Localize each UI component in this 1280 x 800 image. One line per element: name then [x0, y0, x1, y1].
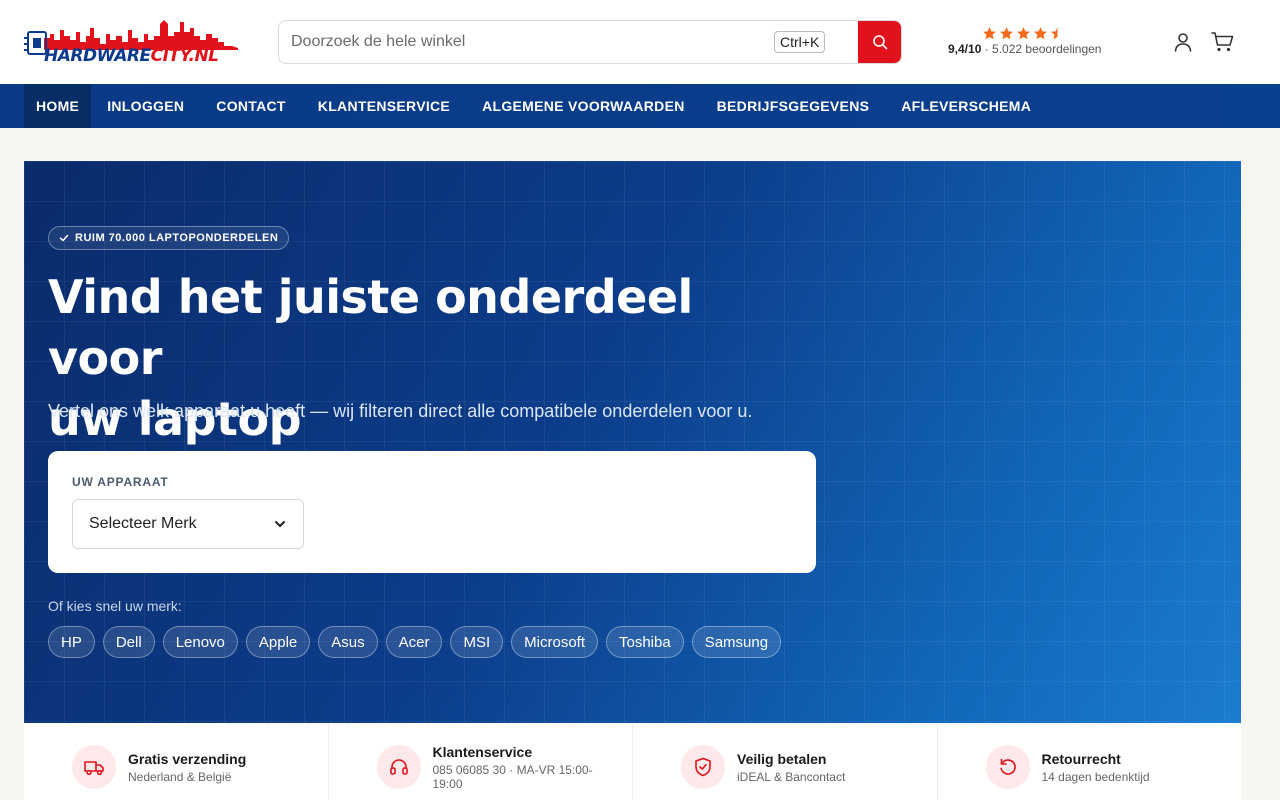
logo-wordmark: HARDWARECITY.NL [44, 46, 219, 66]
brand-chip-toshiba[interactable]: Toshiba [606, 626, 684, 658]
usp-shipping: Gratis verzending Nederland & België [24, 723, 329, 800]
usp-bar: Gratis verzending Nederland & België Kla… [24, 723, 1241, 800]
shield-check-icon [695, 757, 711, 777]
star-icon [983, 27, 996, 40]
hero-title-line1: Vind het juiste onderdeel voor [48, 270, 693, 385]
nav-item-algemene-voorwaarden[interactable]: ALGEMENE VOORWAARDEN [466, 84, 701, 128]
check-icon [59, 234, 69, 242]
nav-item-afleverschema[interactable]: AFLEVERSCHEMA [885, 84, 1047, 128]
usp-icon-wrap [681, 745, 725, 789]
brand-chip-samsung[interactable]: Samsung [691, 626, 782, 658]
headset-icon [389, 759, 408, 775]
brand-chip-acer[interactable]: Acer [385, 626, 443, 658]
usp-subtitle: 14 dagen bedenktijd [1041, 770, 1150, 784]
account-button[interactable] [1171, 30, 1195, 54]
nav-item-contact[interactable]: CONTACT [200, 84, 302, 128]
usp-secure-payment: Veilig betalen iDEAL & Bancontact [633, 723, 938, 800]
brand-chip-apple[interactable]: Apple [245, 626, 311, 658]
quick-brand-label: Of kies snel uw merk: [48, 598, 182, 614]
usp-title: Veilig betalen [737, 751, 827, 767]
quick-brand-list: HP Dell Lenovo Apple Asus Acer MSI Micro… [48, 626, 782, 658]
nav-item-home[interactable]: HOME [24, 84, 92, 128]
hero-banner: RUIM 70.000 LAPTOPONDERDELEN Vind het ju… [24, 161, 1241, 723]
brand-select[interactable]: Selecteer Merk [72, 499, 304, 549]
rating-count: · 5.022 beoordelingen [984, 42, 1102, 56]
nav-item-bedrijfsgegevens[interactable]: BEDRIJFSGEGEVENS [701, 84, 886, 128]
hero-badge-text: RUIM 70.000 LAPTOPONDERDELEN [75, 232, 279, 244]
usp-title: Gratis verzending [128, 751, 247, 767]
site-header: HARDWARECITY.NL Ctrl+K 9,4/10 · 5.022 be… [0, 0, 1280, 84]
cart-button[interactable] [1211, 30, 1235, 54]
usp-customer-service: Klantenservice 085 06085 30 · MA-VR 15:0… [329, 723, 633, 800]
brand-chip-microsoft[interactable]: Microsoft [511, 626, 598, 658]
search-icon [873, 35, 888, 50]
search-input[interactable] [279, 21, 859, 63]
site-logo[interactable]: HARDWARECITY.NL [24, 16, 240, 68]
brand-chip-hp[interactable]: HP [48, 626, 95, 658]
cart-icon [1211, 32, 1234, 52]
usp-icon-wrap [985, 745, 1030, 789]
truck-icon [84, 761, 104, 776]
usp-subtitle: Nederland & België [128, 770, 232, 784]
usp-subtitle: iDEAL & Bancontact [737, 770, 846, 784]
star-icon [1017, 27, 1030, 40]
rating-score: 9,4/10 [948, 42, 982, 56]
star-icon [1000, 27, 1013, 40]
chevron-down-icon [275, 521, 285, 527]
rating-text: 9,4/10 · 5.022 beoordelingen [948, 42, 1101, 56]
half-star-icon [1051, 27, 1058, 40]
hero-title: Vind het juiste onderdeel voor uw laptop [48, 267, 788, 450]
nav-item-klantenservice[interactable]: KLANTENSERVICE [302, 84, 466, 128]
brand-select-value: Selecteer Merk [89, 515, 197, 532]
device-label: UW APPARAAT [72, 475, 169, 489]
rating-stars [982, 26, 1065, 41]
usp-icon-wrap [72, 745, 116, 789]
hero-badge: RUIM 70.000 LAPTOPONDERDELEN [48, 226, 290, 250]
main-nav: HOME INLOGGEN CONTACT KLANTENSERVICE ALG… [0, 84, 1280, 128]
device-finder-card: UW APPARAAT Selecteer Merk [48, 451, 816, 573]
usp-title: Retourrecht [1041, 751, 1121, 767]
search-button[interactable] [858, 21, 901, 63]
brand-chip-msi[interactable]: MSI [450, 626, 504, 658]
usp-icon-wrap [376, 745, 421, 789]
usp-subtitle: 085 06085 30 · MA-VR 15:00-19:00 [432, 763, 593, 791]
brand-chip-asus[interactable]: Asus [318, 626, 378, 658]
user-icon [1174, 33, 1192, 52]
nav-item-inloggen[interactable]: INLOGGEN [91, 84, 200, 128]
return-icon [999, 758, 1016, 775]
brand-chip-dell[interactable]: Dell [102, 626, 155, 658]
usp-returns: Retourrecht 14 dagen bedenktijd [938, 723, 1242, 800]
hero-subtitle: Vertel ons welk apparaat u heeft — wij f… [48, 401, 753, 421]
search-shortcut-hint: Ctrl+K [774, 31, 826, 53]
star-icon [1034, 27, 1047, 40]
search-bar: Ctrl+K [278, 20, 902, 64]
brand-chip-lenovo[interactable]: Lenovo [162, 626, 238, 658]
usp-title: Klantenservice [432, 744, 533, 760]
